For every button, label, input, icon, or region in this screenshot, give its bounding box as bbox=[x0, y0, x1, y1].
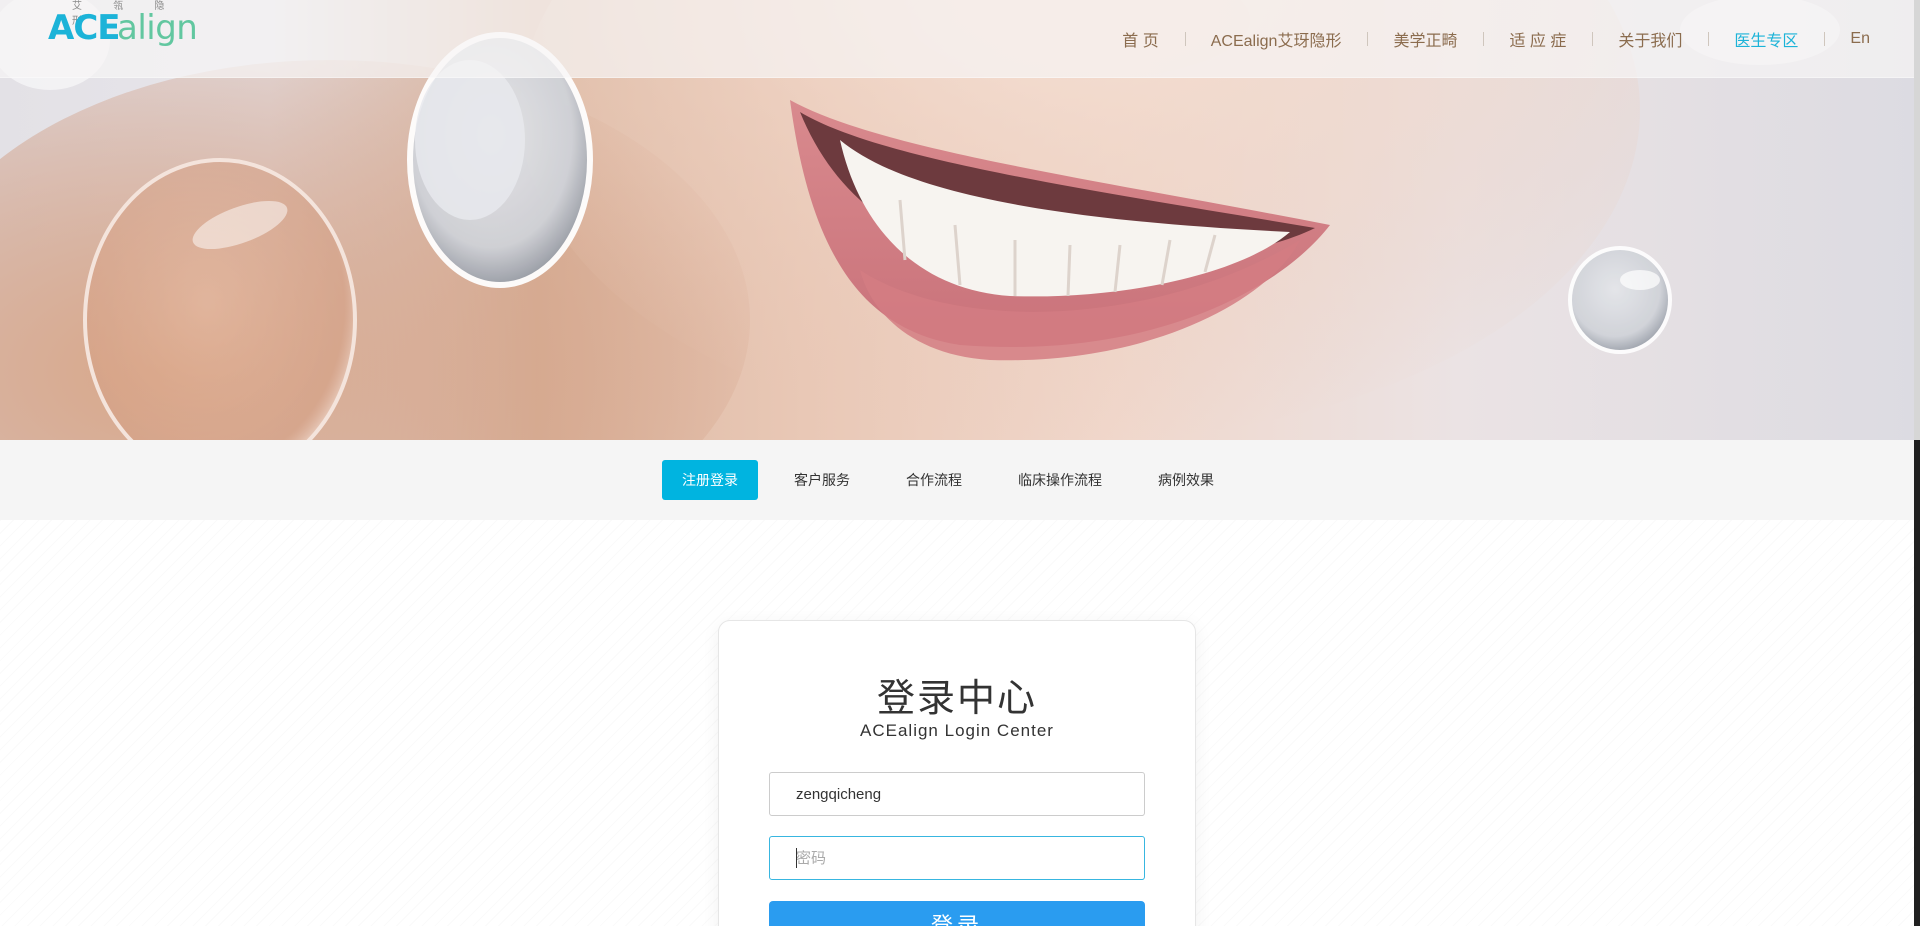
login-card: 登录中心 ACEalign Login Center 登录 bbox=[718, 620, 1196, 926]
logo-ace-text: ACE bbox=[48, 8, 120, 48]
logo-align-text: align bbox=[117, 8, 198, 48]
main-nav: 首 页 ACEalign艾玡隐形 美学正畸 适 应 症 关于我们 医生专区 En bbox=[1096, 0, 1896, 78]
username-input[interactable] bbox=[769, 772, 1145, 816]
page-scrollbar[interactable] bbox=[1914, 0, 1920, 926]
login-subtitle: ACEalign Login Center bbox=[860, 721, 1054, 740]
login-button[interactable]: 登录 bbox=[769, 901, 1145, 926]
nav-item-acealign[interactable]: ACEalign艾玡隐形 bbox=[1184, 27, 1368, 51]
password-input[interactable] bbox=[769, 836, 1145, 880]
nav-item-aesthetic-orthodontics[interactable]: 美学正畸 bbox=[1367, 27, 1483, 51]
top-header: 艾 瓴 隐 形 ACE align 首 页 ACEalign艾玡隐形 美学正畸 … bbox=[0, 0, 1920, 78]
nav-item-about-us[interactable]: 关于我们 bbox=[1592, 27, 1708, 51]
brand-logo[interactable]: 艾 瓴 隐 形 ACE align bbox=[48, 0, 198, 50]
scrollbar-thumb[interactable] bbox=[1914, 440, 1920, 926]
scrollbar-track-upper bbox=[1914, 0, 1920, 440]
subnav-tabs: 注册登录 客户服务 合作流程 临床操作流程 病例效果 bbox=[662, 460, 1250, 500]
tab-customer-service[interactable]: 客户服务 bbox=[774, 460, 870, 500]
tab-case-results[interactable]: 病例效果 bbox=[1138, 460, 1234, 500]
nav-item-doctor-zone[interactable]: 医生专区 bbox=[1708, 27, 1824, 51]
main-content: 登录中心 ACEalign Login Center 登录 bbox=[0, 520, 1920, 926]
text-caret bbox=[796, 848, 797, 868]
nav-item-home[interactable]: 首 页 bbox=[1096, 27, 1184, 51]
nav-item-indications[interactable]: 适 应 症 bbox=[1483, 27, 1592, 51]
tab-cooperation-process[interactable]: 合作流程 bbox=[886, 460, 982, 500]
doctor-subnav: 注册登录 客户服务 合作流程 临床操作流程 病例效果 bbox=[0, 440, 1920, 520]
tab-clinical-procedure[interactable]: 临床操作流程 bbox=[998, 460, 1122, 500]
login-title: 登录中心 bbox=[876, 678, 1037, 720]
tab-register-login[interactable]: 注册登录 bbox=[662, 460, 758, 500]
nav-item-english[interactable]: En bbox=[1824, 30, 1896, 48]
